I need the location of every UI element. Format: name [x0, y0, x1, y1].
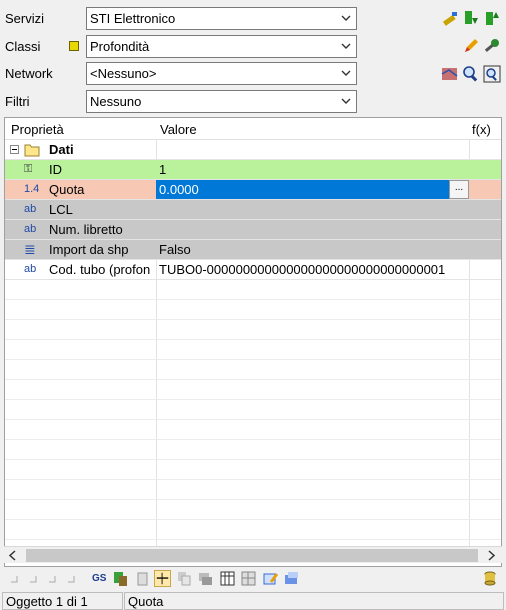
classi-row: Classi Profondità [0, 35, 506, 61]
zoom-extent-icon[interactable] [483, 65, 501, 83]
chevron-down-icon [341, 98, 351, 104]
text-icon: ab [24, 263, 37, 275]
property-row-quota[interactable]: 1.4 Quota 0.0000 ... [5, 180, 501, 200]
last-record-icon[interactable] [63, 570, 80, 587]
network-row: Network <Nessuno> [0, 62, 506, 88]
empty-row [5, 280, 501, 300]
chevron-down-icon [341, 43, 351, 49]
property-name: Import da shp [49, 242, 129, 257]
status-bar: Oggetto 1 di 1 Quota [0, 592, 506, 610]
table-icon[interactable] [219, 570, 236, 587]
network-value: <Nessuno> [90, 66, 157, 81]
servizi-row: Servizi STI Elettronico [0, 7, 506, 33]
filtri-row: Filtri Nessuno [0, 90, 506, 116]
copy-green-icon[interactable] [112, 570, 129, 587]
property-name: ID [49, 162, 62, 177]
align-icon[interactable] [154, 570, 171, 587]
first-record-icon[interactable] [6, 570, 23, 587]
collapse-icon[interactable] [10, 145, 19, 154]
gs-button[interactable]: GS [92, 570, 109, 587]
filtri-combo[interactable]: Nessuno [86, 90, 357, 113]
service-wand-icon[interactable] [441, 9, 459, 27]
network-map-icon[interactable] [441, 65, 459, 83]
property-name: Quota [49, 182, 85, 197]
export-icon[interactable] [283, 570, 300, 587]
property-name: Cod. tubo (profon [49, 262, 151, 277]
empty-row [5, 460, 501, 480]
grid-table-icon[interactable] [240, 570, 257, 587]
prev-record-icon[interactable] [25, 570, 42, 587]
property-value[interactable]: TUBO0-000000000000000000000000000000001 [156, 260, 469, 279]
chevron-down-icon [341, 70, 351, 76]
property-name: LCL [49, 202, 73, 217]
property-row-lcl[interactable]: ab LCL [5, 200, 501, 220]
edit-form-icon[interactable] [262, 570, 279, 587]
next-record-icon[interactable] [44, 570, 61, 587]
property-value[interactable]: Falso [156, 240, 469, 259]
empty-row [5, 400, 501, 420]
empty-row [5, 320, 501, 340]
classi-label: Classi [5, 39, 41, 54]
filtri-value: Nessuno [90, 94, 142, 109]
property-value-editor[interactable]: 0.0000 [156, 180, 449, 199]
wrench-icon[interactable] [483, 37, 501, 55]
empty-row [5, 420, 501, 440]
empty-row [5, 360, 501, 380]
empty-row [5, 340, 501, 360]
empty-row [5, 520, 501, 540]
add-up-icon[interactable] [483, 9, 501, 27]
network-label: Network [5, 66, 53, 81]
empty-row [5, 300, 501, 320]
property-row-import-shp[interactable]: ≣ Import da shp Falso [5, 240, 501, 260]
bottom-toolbar: GS [4, 569, 502, 589]
horizontal-scrollbar[interactable] [4, 546, 502, 563]
status-object-count: Oggetto 1 di 1 [2, 592, 123, 610]
chevron-down-icon [341, 15, 351, 21]
classi-value: Profondità [90, 39, 150, 54]
property-value[interactable]: 1 [156, 160, 469, 179]
group-label: Dati [49, 142, 74, 157]
scroll-left-icon[interactable] [8, 550, 18, 561]
ellipsis-button[interactable]: ... [449, 180, 469, 199]
empty-row [5, 500, 501, 520]
paste-icon[interactable] [134, 570, 151, 587]
property-value[interactable] [156, 220, 469, 239]
group-row-dati[interactable]: Dati [5, 140, 501, 160]
servizi-combo[interactable]: STI Elettronico [86, 7, 357, 30]
zoom-icon[interactable] [462, 65, 480, 83]
decimal-icon: 1.4 [24, 183, 40, 195]
text-icon: ab [24, 203, 37, 215]
folder-icon [24, 144, 40, 157]
filtri-label: Filtri [5, 94, 30, 109]
header-property[interactable]: Proprietà [11, 122, 64, 137]
scroll-thumb[interactable] [26, 549, 478, 562]
servizi-value: STI Elettronico [90, 11, 176, 26]
network-combo[interactable]: <Nessuno> [86, 62, 357, 85]
classi-combo[interactable]: Profondità [86, 35, 357, 58]
database-icon[interactable] [482, 570, 499, 587]
empty-row [5, 480, 501, 500]
property-row-id[interactable]: ⚿ ID 1 [5, 160, 501, 180]
property-row-cod-tubo[interactable]: ab Cod. tubo (profon TUBO0-0000000000000… [5, 260, 501, 280]
header-value[interactable]: Valore [160, 122, 197, 137]
key-icon: ⚿ [24, 163, 33, 175]
empty-row [5, 380, 501, 400]
property-name: Num. libretto [49, 222, 123, 237]
property-row-num-libretto[interactable]: ab Num. libretto [5, 220, 501, 240]
class-icon [69, 41, 79, 51]
add-down-icon[interactable] [462, 9, 480, 27]
list-icon: ≣ [24, 241, 36, 257]
grid-header: Proprietà Valore f(x) [5, 118, 501, 140]
scroll-right-icon[interactable] [486, 550, 496, 561]
status-field: Quota [124, 592, 504, 610]
edit-pencil-icon[interactable] [462, 37, 480, 55]
property-value[interactable] [156, 200, 469, 219]
empty-row [5, 440, 501, 460]
duplicate-icon[interactable] [176, 570, 193, 587]
text-icon: ab [24, 223, 37, 235]
header-fx[interactable]: f(x) [472, 122, 491, 137]
servizi-label: Servizi [5, 11, 45, 26]
layers-icon[interactable] [197, 570, 214, 587]
property-grid: Proprietà Valore f(x) Dati ⚿ ID 1 1.4 Qu… [4, 117, 502, 567]
